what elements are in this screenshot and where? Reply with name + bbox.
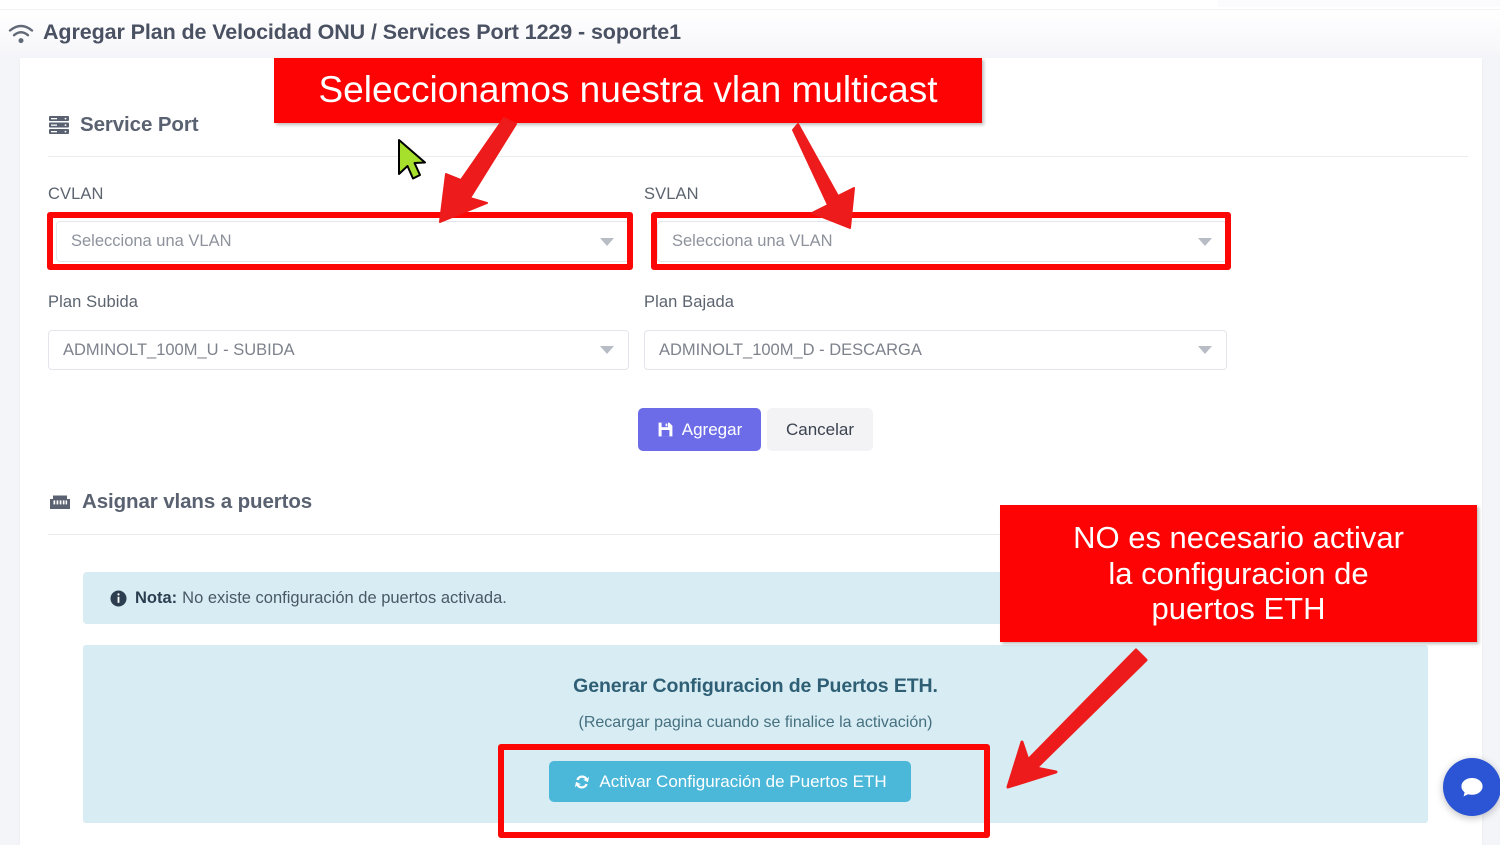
sync-refresh-icon <box>573 773 591 791</box>
server-stack-icon <box>48 114 70 136</box>
annotation-vlan-note: Seleccionamos nuestra vlan multicast <box>274 58 982 123</box>
annotation-vlan-note-text: Seleccionamos nuestra vlan multicast <box>318 69 938 111</box>
chat-bubble-icon <box>1459 774 1485 800</box>
nota-label: Nota: <box>135 588 178 607</box>
cvlan-label: CVLAN <box>48 185 104 203</box>
wifi-icon <box>8 23 34 45</box>
plan-subida-select[interactable]: ADMINOLT_100M_U - SUBIDA <box>48 330 629 370</box>
activar-puertos-eth-button[interactable]: Activar Configuración de Puertos ETH <box>549 761 911 802</box>
ports-section-title: Asignar vlans a puertos <box>82 490 313 513</box>
cvlan-select[interactable]: Selecciona una VLAN <box>56 221 629 262</box>
plan-bajada-value: ADMINOLT_100M_D - DESCARGA <box>659 340 922 359</box>
page-title: Agregar Plan de Velocidad ONU / Services… <box>43 20 681 44</box>
chevron-down-icon <box>1198 237 1212 246</box>
chevron-down-icon <box>1198 346 1212 354</box>
ethernet-port-icon <box>48 492 72 512</box>
plan-bajada-select[interactable]: ADMINOLT_100M_D - DESCARGA <box>644 330 1227 370</box>
annotation-eth-note-text: NO es necesario activar la configuracion… <box>1073 520 1404 627</box>
plan-subida-value: ADMINOLT_100M_U - SUBIDA <box>63 340 295 359</box>
app-root: Agregar Plan de Velocidad ONU / Services… <box>0 0 1500 845</box>
cancelar-button-label: Cancelar <box>785 419 855 439</box>
agregar-button[interactable]: Agregar <box>638 408 761 451</box>
svlan-select[interactable]: Selecciona una VLAN <box>657 221 1227 262</box>
chevron-down-icon <box>600 346 614 354</box>
plan-subida-label: Plan Subida <box>48 293 139 311</box>
eth-panel-title: Generar Configuracion de Puertos ETH. <box>573 675 938 697</box>
chevron-down-icon <box>600 237 614 246</box>
activar-button-label: Activar Configuración de Puertos ETH <box>599 771 887 791</box>
service-port-heading: Service Port <box>48 113 199 137</box>
svlan-label: SVLAN <box>644 185 699 203</box>
svlan-select-value: Selecciona una VLAN <box>672 232 833 250</box>
cvlan-select-value: Selecciona una VLAN <box>71 232 232 250</box>
top-chrome-band-right <box>1218 0 1500 7</box>
service-port-title: Service Port <box>80 113 199 136</box>
nota-text: No existe configuración de puertos activ… <box>182 588 507 607</box>
plan-bajada-label: Plan Bajada <box>644 293 735 311</box>
service-port-divider <box>48 156 1468 157</box>
annotation-eth-note: NO es necesario activar la configuracion… <box>1000 505 1477 642</box>
cancelar-button[interactable]: Cancelar <box>767 408 873 451</box>
agregar-button-label: Agregar <box>681 419 743 439</box>
ports-section-heading: Asignar vlans a puertos <box>48 490 312 514</box>
save-icon <box>657 421 674 438</box>
chat-widget-button[interactable] <box>1443 758 1500 816</box>
info-circle-icon <box>110 590 127 607</box>
page-header: Agregar Plan de Velocidad ONU / Services… <box>0 10 1500 55</box>
eth-panel-subtitle: (Recargar pagina cuando se finalice la a… <box>578 714 933 731</box>
